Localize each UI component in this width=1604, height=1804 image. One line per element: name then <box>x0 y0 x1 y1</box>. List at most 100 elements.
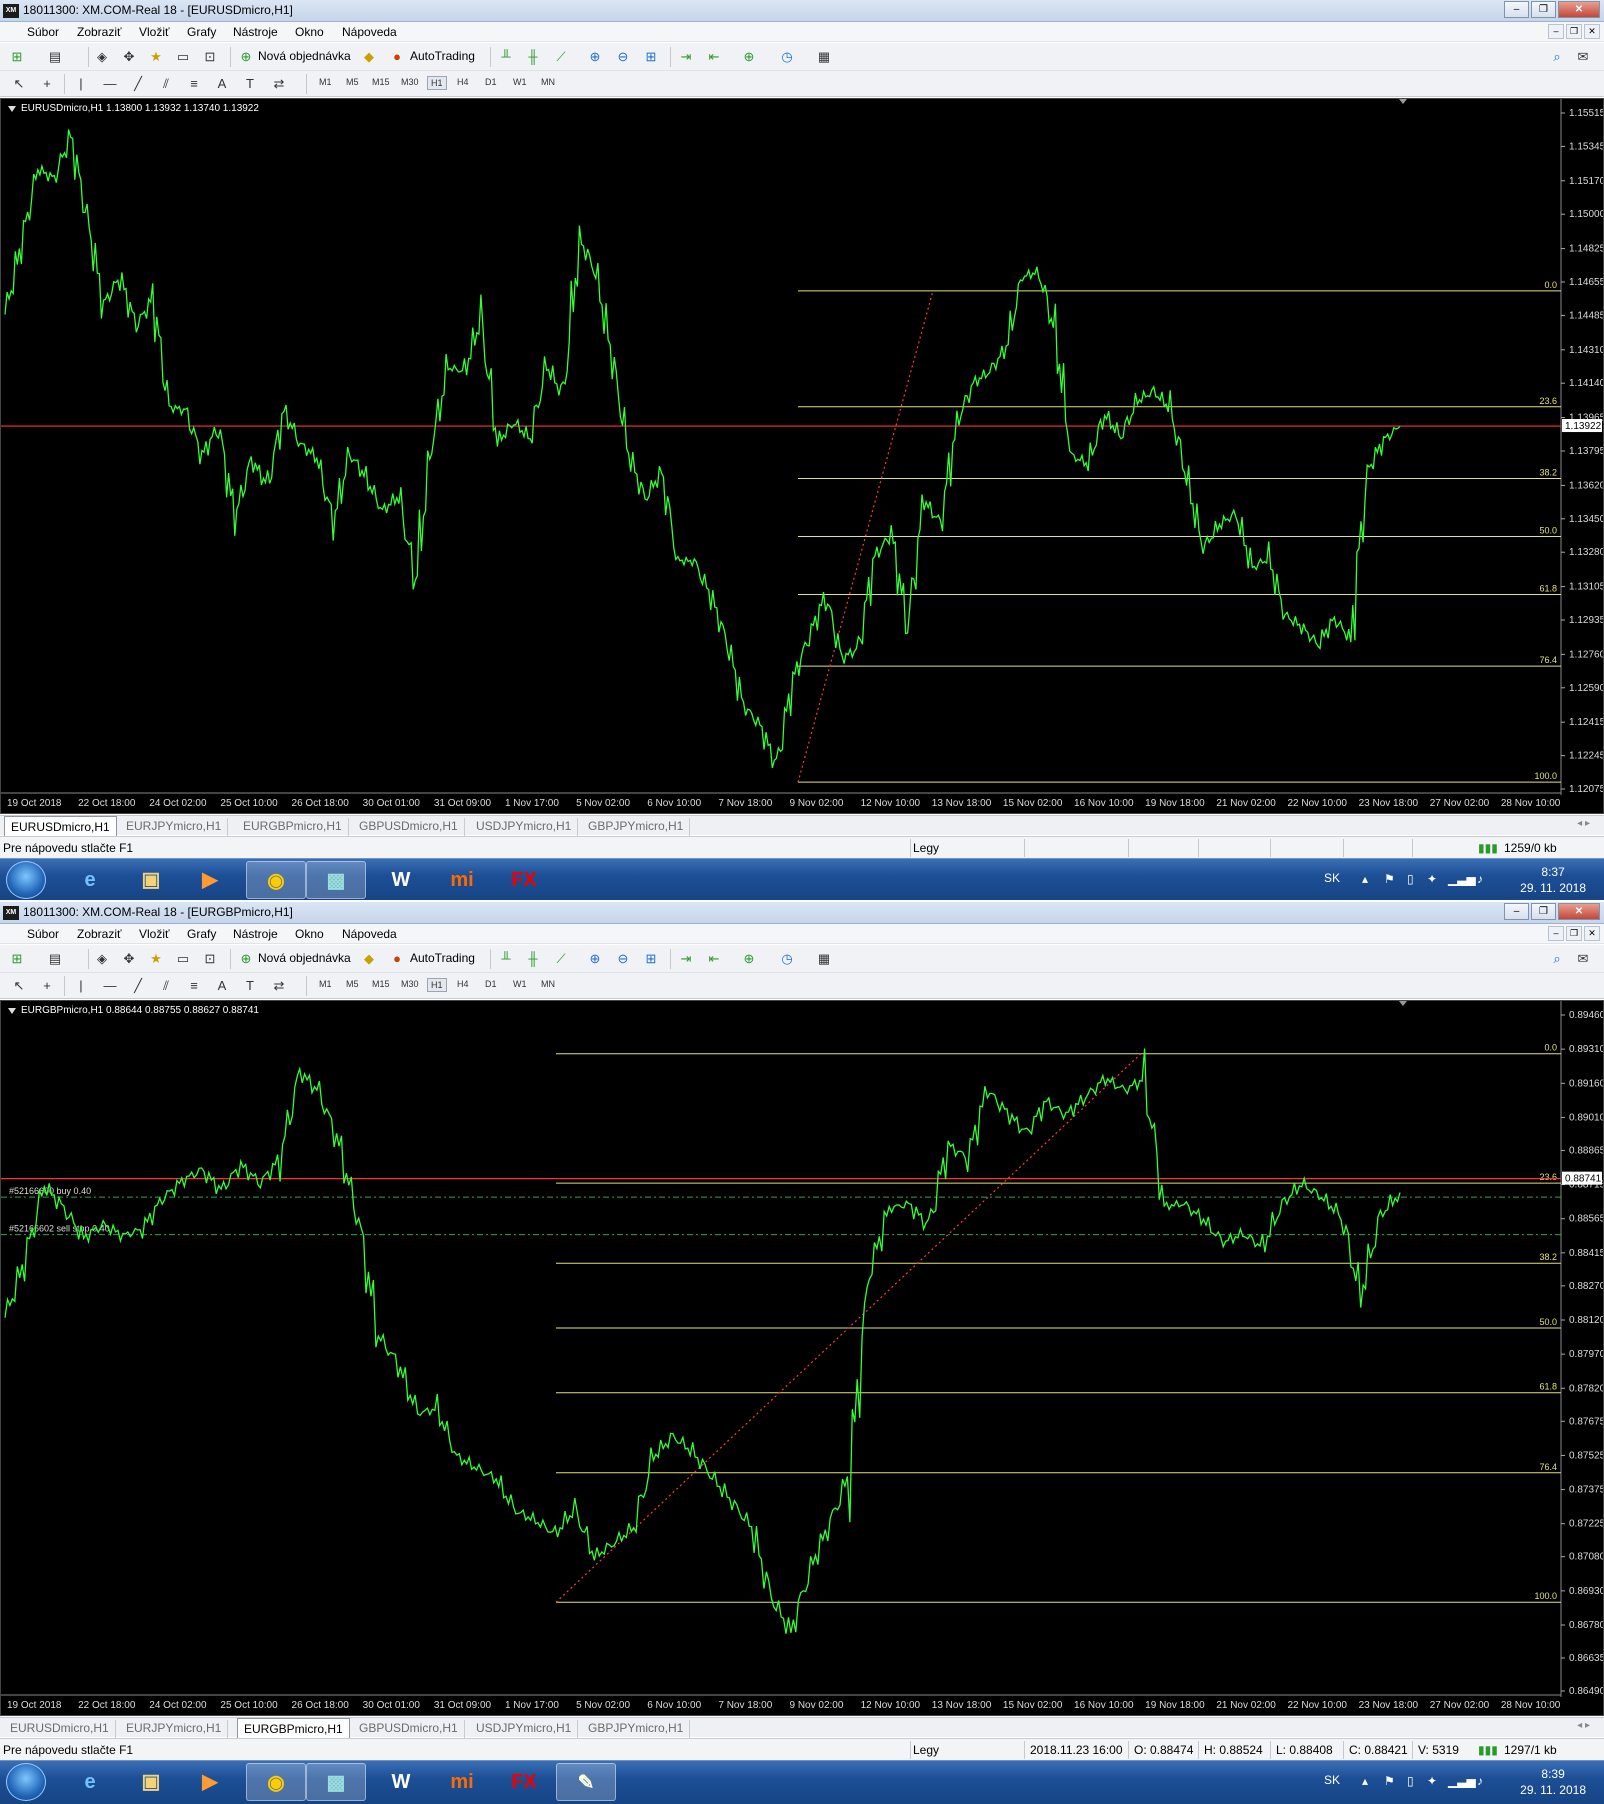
tf-h4[interactable]: H4 <box>454 978 472 990</box>
tf-d1[interactable]: D1 <box>482 76 500 88</box>
close-button[interactable]: ✕ <box>1558 903 1600 920</box>
tab-scroll-arrows-icon[interactable]: ◂ ▸ <box>1577 818 1590 829</box>
new-chart-icon[interactable]: ⊞ <box>8 48 26 66</box>
bluetooth-icon[interactable]: ✦ <box>1427 1774 1437 1788</box>
fxpro-icon[interactable]: FX <box>494 1763 554 1801</box>
periods-icon[interactable]: ◷ <box>778 48 796 66</box>
start-button[interactable] <box>6 861 46 899</box>
search-icon[interactable]: ⌕ <box>1548 48 1566 66</box>
mi-icon[interactable]: mi <box>432 861 492 899</box>
terminal-icon[interactable]: ▭ <box>174 950 192 968</box>
tray-expand-icon[interactable]: ▴ <box>1362 1774 1368 1788</box>
menu-vlozit[interactable]: Vložiť <box>139 25 170 39</box>
tf-m1[interactable]: M1 <box>316 978 335 990</box>
autotrading-icon[interactable]: ● <box>388 48 406 66</box>
tf-h1[interactable]: H1 <box>427 76 447 90</box>
chart-canvas[interactable]: 0.89460 0.89310 0.89160 0.89010 0.88865 0.887… <box>1 1001 1603 1715</box>
fibonacci-icon[interactable]: ≡ <box>185 977 203 995</box>
tab-eurgbp[interactable]: EURGBPmicro,H1 <box>237 1718 350 1738</box>
candlestick-icon[interactable]: ╫ <box>524 950 542 968</box>
media-player-icon[interactable]: ▶ <box>180 861 240 899</box>
tf-mn[interactable]: MN <box>538 76 558 88</box>
market-watch-icon[interactable]: ◈ <box>93 950 111 968</box>
tf-w1[interactable]: W1 <box>510 76 530 88</box>
periods-icon[interactable]: ◷ <box>778 950 796 968</box>
volume-icon[interactable]: ♪ <box>1477 872 1483 886</box>
menu-zobrazit[interactable]: Zobraziť <box>77 25 122 39</box>
chart-shift-icon[interactable]: ⇥ <box>677 48 695 66</box>
text-icon[interactable]: A <box>213 75 231 93</box>
data-window-icon[interactable]: ✥ <box>120 950 138 968</box>
new-order-icon[interactable]: ⊕ <box>237 950 255 968</box>
chat-icon[interactable]: ✉ <box>1574 48 1592 66</box>
language-indicator[interactable]: SK <box>1324 871 1340 885</box>
clock[interactable]: 8:39 29. 11. 2018 <box>1520 1766 1586 1798</box>
menu-vlozit[interactable]: Vložiť <box>139 927 170 941</box>
tab-usdjpy[interactable]: USDJPYmicro,H1 <box>470 1720 579 1738</box>
navigator-icon[interactable]: ★ <box>147 950 165 968</box>
candlestick-icon[interactable]: ╫ <box>524 48 542 66</box>
crosshair-icon[interactable]: + <box>38 977 56 995</box>
autoscroll-icon[interactable]: ⇤ <box>705 48 723 66</box>
menu-nastroje[interactable]: Nástroje <box>233 927 278 941</box>
chrome-icon[interactable]: ◉ <box>246 1763 306 1801</box>
flag-icon[interactable]: ⚑ <box>1384 1774 1395 1788</box>
tab-gbpusd[interactable]: GBPUSDmicro,H1 <box>353 1720 465 1738</box>
text-icon[interactable]: A <box>213 977 231 995</box>
autotrading-button[interactable]: AutoTrading <box>410 951 475 965</box>
device-icon[interactable]: ▯ <box>1407 1774 1414 1788</box>
close-button[interactable]: ✕ <box>1558 1 1600 18</box>
new-order-button[interactable]: Nová objednávka <box>258 49 351 63</box>
menu-zobrazit[interactable]: Zobraziť <box>77 927 122 941</box>
templates-icon[interactable]: ▦ <box>815 48 833 66</box>
text-label-icon[interactable]: T <box>241 75 259 93</box>
mdi-close-button[interactable]: ✕ <box>1584 24 1600 39</box>
arrows-icon[interactable]: ⇄ <box>270 977 288 995</box>
bar-chart-icon[interactable]: ╨ <box>497 48 515 66</box>
chrome-icon[interactable]: ◉ <box>246 861 306 899</box>
metaeditor-icon[interactable]: ◆ <box>360 950 378 968</box>
new-order-button[interactable]: Nová objednávka <box>258 951 351 965</box>
tf-m30[interactable]: M30 <box>398 76 422 88</box>
chart-area[interactable]: EURUSDmicro,H1 1.13800 1.13932 1.13740 1… <box>0 98 1604 814</box>
data-window-icon[interactable]: ✥ <box>120 48 138 66</box>
device-icon[interactable]: ▯ <box>1407 872 1414 886</box>
profiles-icon[interactable]: ▤ <box>46 48 64 66</box>
tab-eurgbp[interactable]: EURGBPmicro,H1 <box>237 818 349 836</box>
tf-w1[interactable]: W1 <box>510 978 530 990</box>
word-icon[interactable]: W <box>371 1763 431 1801</box>
tf-m15[interactable]: M15 <box>369 76 393 88</box>
maximize-button[interactable]: ❐ <box>1531 903 1556 920</box>
arrows-icon[interactable]: ⇄ <box>270 75 288 93</box>
tf-h4[interactable]: H4 <box>454 76 472 88</box>
templates-icon[interactable]: ▦ <box>815 950 833 968</box>
profiles-icon[interactable]: ▤ <box>46 950 64 968</box>
volume-icon[interactable]: ♪ <box>1477 1774 1483 1788</box>
tf-m30[interactable]: M30 <box>398 978 422 990</box>
menu-napoveda[interactable]: Nápoveda <box>342 927 397 941</box>
tab-eurjpy[interactable]: EURJPYmicro,H1 <box>120 818 229 836</box>
paint-icon[interactable]: ✎ <box>556 1763 616 1801</box>
channel-icon[interactable]: ⫽ <box>157 75 175 93</box>
chat-icon[interactable]: ✉ <box>1574 950 1592 968</box>
tab-eurjpy[interactable]: EURJPYmicro,H1 <box>120 1720 229 1738</box>
terminal-app-icon[interactable]: ▩ <box>306 861 366 899</box>
zoom-in-icon[interactable]: ⊕ <box>586 950 604 968</box>
bar-chart-icon[interactable]: ╨ <box>497 950 515 968</box>
mi-icon[interactable]: mi <box>432 1763 492 1801</box>
tab-gbpusd[interactable]: GBPUSDmicro,H1 <box>353 818 465 836</box>
trendline-icon[interactable]: ╱ <box>129 75 147 93</box>
network-icon[interactable]: ▁▃▅ <box>1448 1774 1476 1788</box>
maximize-button[interactable]: ❐ <box>1531 1 1556 18</box>
menu-grafy[interactable]: Grafy <box>187 927 216 941</box>
tab-usdjpy[interactable]: USDJPYmicro,H1 <box>470 818 579 836</box>
trendline-icon[interactable]: ╱ <box>129 977 147 995</box>
ie-icon[interactable]: e <box>60 861 120 899</box>
menu-okno[interactable]: Okno <box>295 25 324 39</box>
chart-shift-icon[interactable]: ⇥ <box>677 950 695 968</box>
autotrading-icon[interactable]: ● <box>388 950 406 968</box>
autotrading-button[interactable]: AutoTrading <box>410 49 475 63</box>
zoom-out-icon[interactable]: ⊖ <box>614 48 632 66</box>
indicators-icon[interactable]: ⊕ <box>740 950 758 968</box>
mdi-minimize-button[interactable]: – <box>1548 24 1564 39</box>
